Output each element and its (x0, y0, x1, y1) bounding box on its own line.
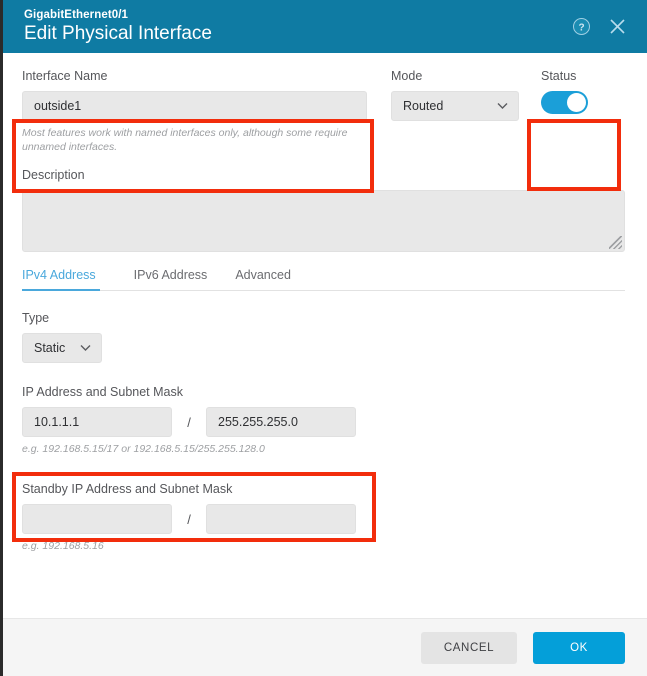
header-actions: ? (573, 17, 633, 36)
mode-dropdown[interactable]: Routed (391, 91, 519, 121)
tab-advanced[interactable]: Advanced (221, 268, 305, 290)
type-label: Type (22, 311, 50, 325)
status-toggle-knob (567, 93, 586, 112)
description-field-group: Description (22, 168, 625, 252)
subnet-mask-input[interactable]: 255.255.255.0 (206, 407, 356, 437)
tab-ipv6-address[interactable]: IPv6 Address (120, 268, 222, 290)
dialog-header: GigabitEthernet0/1 Edit Physical Interfa… (0, 0, 647, 53)
standby-ip-field-group: Standby IP Address and Subnet Mask / e.g… (22, 482, 625, 553)
dialog-footer: CANCEL OK (0, 618, 647, 676)
close-icon[interactable] (608, 17, 627, 36)
tab-ipv4-address[interactable]: IPv4 Address (22, 268, 110, 291)
address-tabs: IPv4 Address IPv6 Address Advanced (22, 268, 625, 291)
mode-field-group: Mode Routed (391, 69, 521, 121)
resize-grip-icon[interactable] (609, 236, 622, 249)
svg-text:?: ? (578, 22, 584, 33)
ip-address-input[interactable]: 10.1.1.1 (22, 407, 172, 437)
interface-name-input[interactable]: outside1 (22, 91, 367, 121)
status-label: Status (541, 69, 577, 83)
ip-address-field-group: IP Address and Subnet Mask 10.1.1.1 / 25… (22, 385, 625, 456)
description-label: Description (22, 168, 85, 182)
type-selected-value: Static (34, 341, 66, 355)
standby-ip-row: / (22, 504, 625, 534)
header-titles: GigabitEthernet0/1 Edit Physical Interfa… (24, 9, 573, 45)
standby-ip-separator: / (187, 511, 191, 527)
type-field-group: Type Static (22, 311, 625, 363)
chevron-down-icon (497, 103, 508, 110)
ip-address-hint: e.g. 192.168.5.15/17 or 192.168.5.15/255… (22, 443, 265, 455)
interface-name-label: Interface Name (22, 69, 108, 83)
interface-name-hint: Most features work with named interfaces… (22, 127, 348, 153)
type-dropdown[interactable]: Static (22, 333, 102, 363)
mode-label: Mode (391, 69, 423, 83)
interface-name-field-group: Interface Name outside1 Most features wo… (22, 69, 367, 154)
interface-id-label: GigabitEthernet0/1 (24, 8, 129, 21)
chevron-down-icon (80, 345, 91, 352)
status-field-group: Status (541, 69, 627, 114)
standby-ip-hint: e.g. 192.168.5.16 (22, 540, 104, 552)
ip-address-row: 10.1.1.1 / 255.255.255.0 (22, 407, 625, 437)
help-circle-icon[interactable]: ? (573, 18, 590, 35)
standby-subnet-mask-input[interactable] (206, 504, 356, 534)
dialog-left-edge (0, 0, 3, 676)
mode-selected-value: Routed (403, 99, 444, 113)
ok-button[interactable]: OK (533, 631, 625, 664)
ip-address-separator: / (187, 414, 191, 430)
cancel-button[interactable]: CANCEL (421, 631, 517, 664)
description-textarea[interactable] (22, 190, 625, 252)
dialog-body: Interface Name outside1 Most features wo… (0, 53, 647, 618)
standby-ip-label: Standby IP Address and Subnet Mask (22, 482, 233, 496)
page-title: Edit Physical Interface (24, 22, 212, 44)
status-toggle[interactable] (541, 91, 588, 114)
interface-settings-row: Interface Name outside1 Most features wo… (22, 53, 625, 154)
edit-physical-interface-dialog: GigabitEthernet0/1 Edit Physical Interfa… (0, 0, 647, 676)
standby-ip-address-input[interactable] (22, 504, 172, 534)
ip-address-label: IP Address and Subnet Mask (22, 385, 183, 399)
